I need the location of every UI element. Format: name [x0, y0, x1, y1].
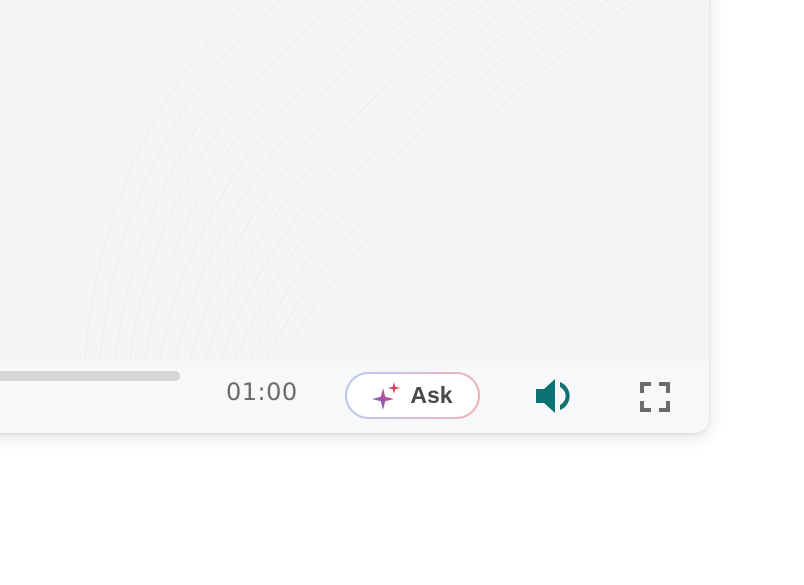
- volume-button[interactable]: [532, 374, 576, 418]
- ask-button[interactable]: Ask: [345, 372, 480, 419]
- video-player: 01:00 Ask: [0, 0, 709, 433]
- volume-icon: [536, 379, 570, 413]
- video-frame[interactable]: [0, 0, 709, 361]
- fullscreen-icon: [640, 382, 670, 412]
- sparkle-icon: [372, 381, 402, 411]
- progress-bar[interactable]: [0, 371, 180, 381]
- fullscreen-button[interactable]: [638, 380, 672, 414]
- ask-button-label: Ask: [410, 382, 453, 408]
- time-display: 01:00: [226, 378, 298, 406]
- video-background-texture: [84, 0, 636, 361]
